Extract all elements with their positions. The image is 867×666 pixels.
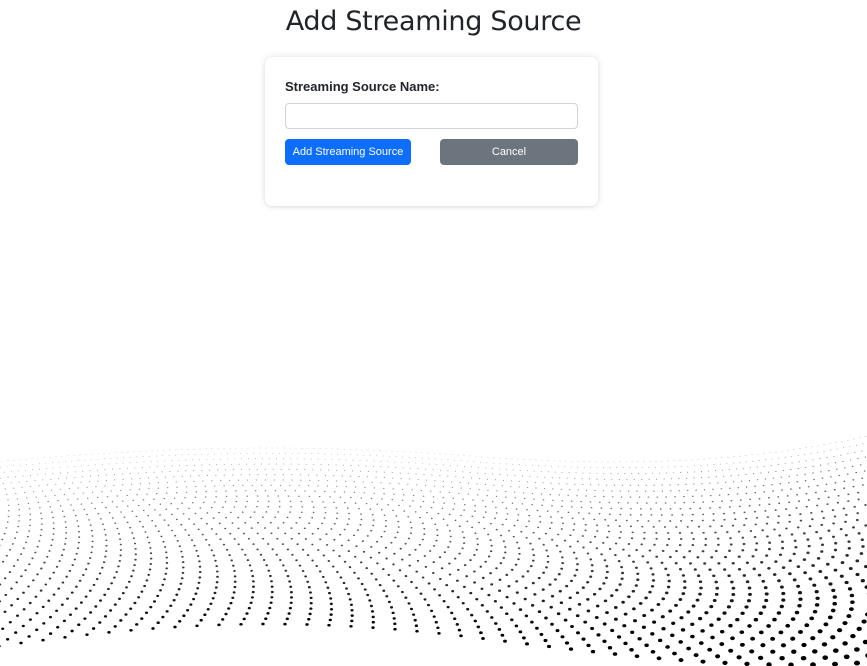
source-name-input[interactable]: [285, 103, 578, 129]
page-title: Add Streaming Source: [285, 6, 582, 37]
source-name-label: Streaming Source Name:: [285, 79, 440, 94]
add-source-form-card: Streaming Source Name: Add Streaming Sou…: [265, 57, 598, 206]
add-streaming-source-button[interactable]: Add Streaming Source: [285, 139, 411, 165]
cancel-button[interactable]: Cancel: [440, 139, 578, 165]
page: Add Streaming Source Streaming Source Na…: [0, 0, 867, 666]
